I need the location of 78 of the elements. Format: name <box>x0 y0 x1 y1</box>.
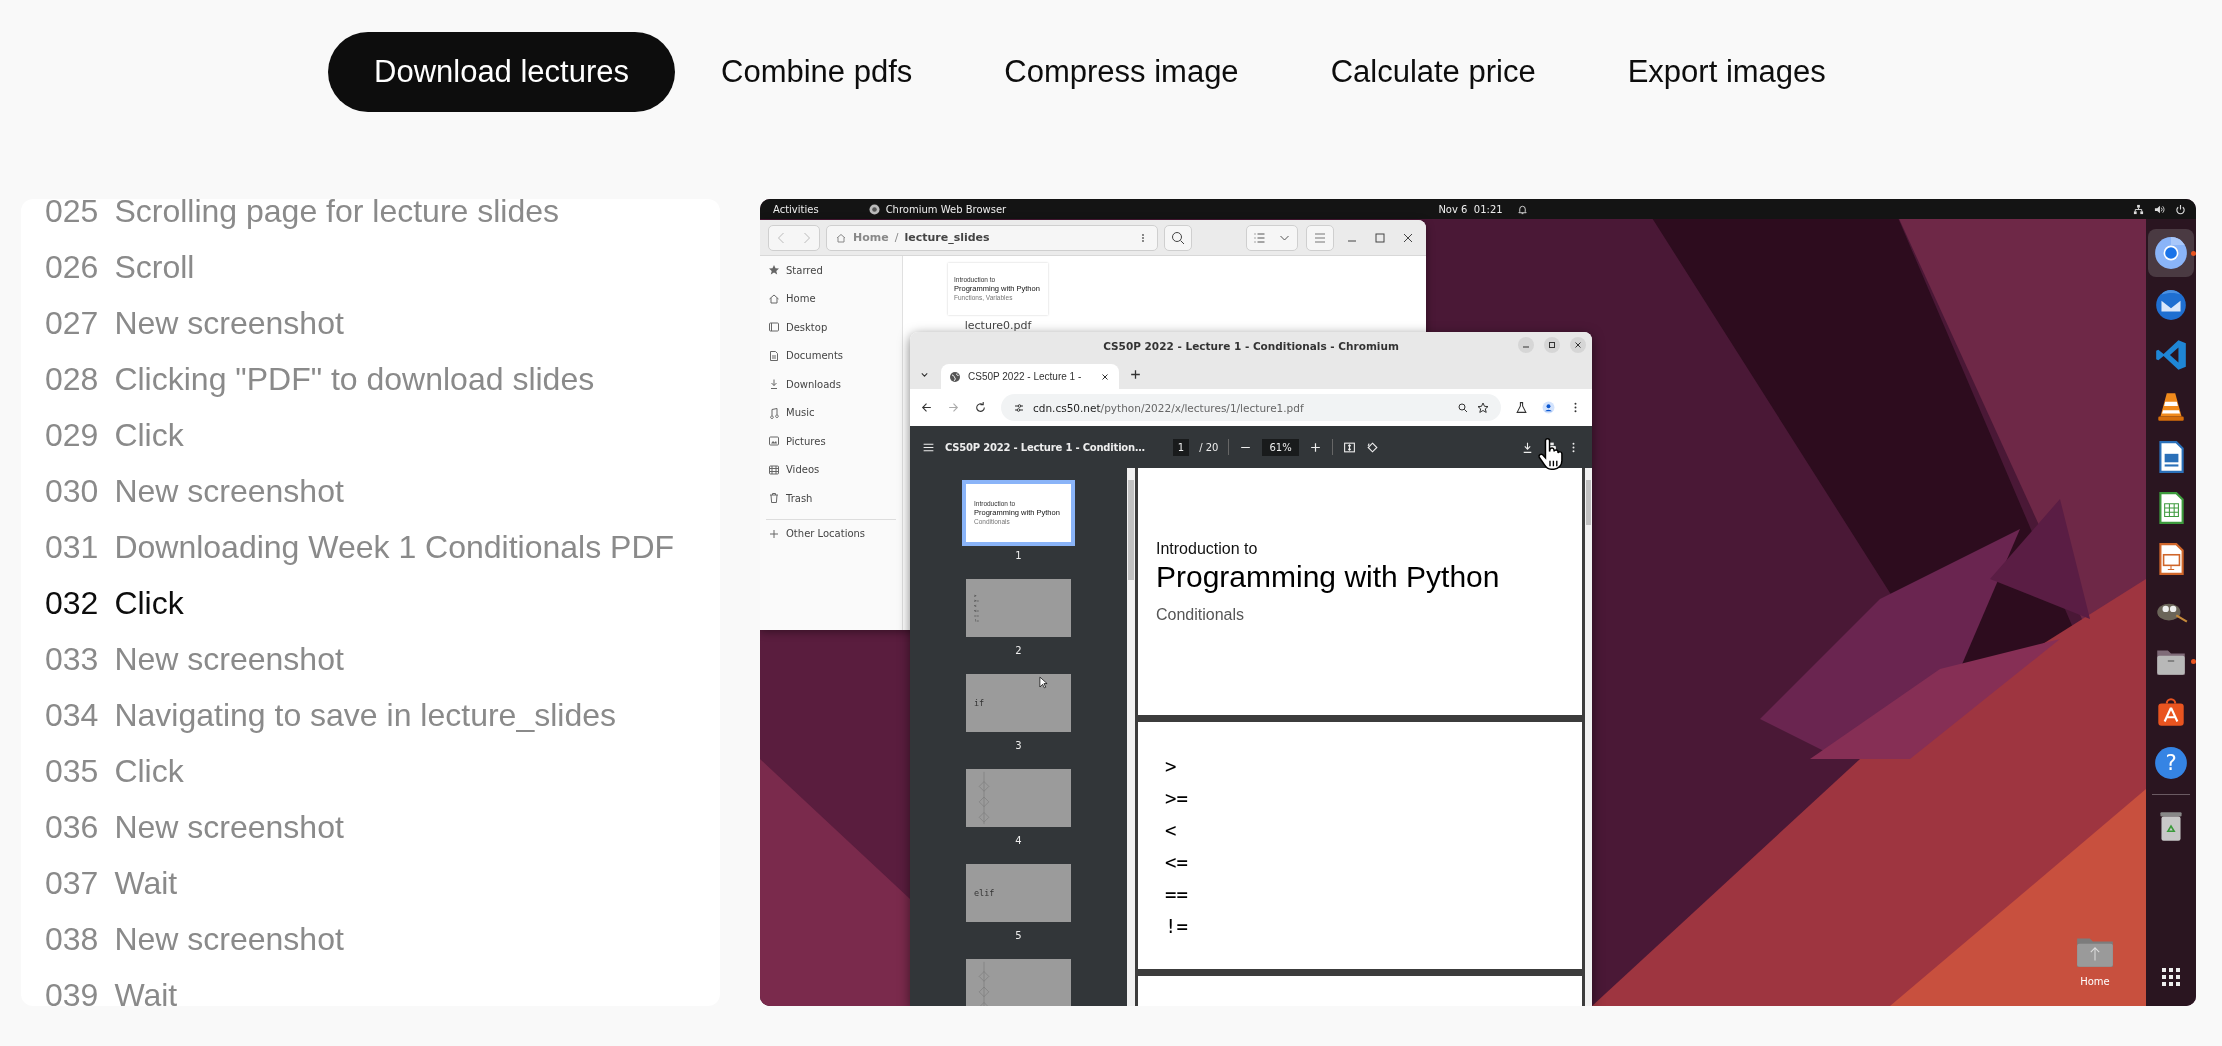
window-title: CS50P 2022 - Lecture 1 - Conditionals - Chromium <box>1103 340 1399 352</box>
tab[interactable]: Combine pdfs <box>675 32 959 112</box>
volume-icon[interactable] <box>2154 203 2165 215</box>
page-number-field[interactable]: 1 <box>1172 438 1190 456</box>
page-number: 5 <box>1015 930 1022 941</box>
page-number: 2 <box>1015 645 1022 656</box>
rotate-button[interactable] <box>1365 440 1379 454</box>
tab[interactable]: Calculate price <box>1284 32 1582 112</box>
sidebar-item[interactable]: Starred <box>760 256 902 285</box>
tab[interactable]: Compress image <box>958 32 1285 112</box>
help-icon[interactable]: ? <box>2153 745 2189 781</box>
path-bar[interactable]: Home / lecture_slides <box>826 224 1158 251</box>
star-icon[interactable] <box>1477 401 1489 414</box>
image-icon <box>768 435 780 448</box>
pdf-page: Introduction to Programming with Python Conditionals <box>1138 468 1582 715</box>
sidebar-item[interactable]: Downloads <box>760 370 902 399</box>
document-title: CS50P 2022 - Lecture 1 - Condition… <box>945 441 1145 453</box>
search-button[interactable] <box>1164 224 1192 251</box>
sidebar-item[interactable]: Desktop <box>760 313 902 342</box>
icon-label[interactable]: Home <box>2080 976 2110 987</box>
film-icon <box>768 463 780 476</box>
pointer-cursor-icon <box>1039 676 1048 689</box>
new-tab-button[interactable] <box>1129 368 1142 381</box>
tab[interactable]: Download lectures <box>328 32 676 112</box>
browser-tab[interactable]: CS50P 2022 - Lecture 1 - <box>941 364 1119 389</box>
sidebar-item[interactable]: Pictures <box>760 427 902 456</box>
page-thumbnail[interactable]: if <box>966 674 1071 732</box>
plus-icon <box>768 527 780 540</box>
sidebar-item[interactable]: Documents <box>760 341 902 370</box>
profile-icon[interactable] <box>1542 401 1555 414</box>
clock[interactable]: Nov 6 01:21 <box>1438 203 1503 215</box>
back-button[interactable] <box>920 401 933 414</box>
network-icon[interactable] <box>2133 203 2144 215</box>
address-bar[interactable]: cdn.cs50.net/python/2022/x/lectures/1/lecture1.pdf <box>1001 394 1501 421</box>
sidebar-item[interactable]: Videos <box>760 455 902 484</box>
file-name[interactable]: lecture0.pdf <box>964 319 1032 332</box>
bell-icon <box>1516 203 1528 215</box>
minimize-button[interactable] <box>1518 337 1534 353</box>
browser-icon[interactable] <box>2153 235 2189 271</box>
music-note-icon <box>768 406 780 419</box>
fit-page-button[interactable] <box>1342 440 1356 454</box>
power-icon[interactable] <box>2175 203 2186 215</box>
document-icon <box>768 349 780 362</box>
browser-icon <box>868 203 880 215</box>
search-icon[interactable] <box>1457 401 1469 414</box>
sidebar-item[interactable]: Music <box>760 398 902 427</box>
page-number: 3 <box>1015 740 1022 751</box>
download-button[interactable] <box>1521 440 1534 454</box>
close-button[interactable] <box>1570 337 1586 353</box>
page-count: / 20 <box>1199 441 1219 453</box>
sidebar-item[interactable]: Trash <box>760 484 902 513</box>
app-name: Chromium Web Browser <box>885 203 1007 215</box>
trash-icon <box>768 492 780 505</box>
sidebar-item[interactable]: Other Locations <box>760 519 902 548</box>
page-number: 4 <box>1015 835 1022 846</box>
zoom-field[interactable]: 61% <box>1262 438 1299 456</box>
page-thumbnail[interactable]: elif <box>966 864 1071 922</box>
sidebar-item[interactable]: Home <box>760 284 902 313</box>
zoom-in-button[interactable] <box>1308 440 1322 454</box>
page-thumbnail[interactable] <box>966 769 1071 827</box>
tab[interactable]: Export images <box>1581 32 1872 112</box>
hand-cursor-icon <box>1536 438 1564 472</box>
pdf-page: > >= < <= == != <box>1138 722 1582 969</box>
flask-icon[interactable] <box>1515 401 1528 414</box>
monitor-icon <box>768 321 780 334</box>
page-number: 1 <box>1015 550 1022 561</box>
code-editor-icon[interactable] <box>2153 337 2189 373</box>
site-settings-icon[interactable] <box>1013 401 1025 414</box>
page-thumbnail[interactable] <box>966 959 1071 1006</box>
step-item[interactable]: 032 Click <box>21 575 720 631</box>
home-icon <box>835 231 847 244</box>
download-icon <box>768 378 780 391</box>
maximize-button[interactable] <box>1544 337 1560 353</box>
activities-button[interactable]: Activities <box>773 203 819 215</box>
globe-icon <box>949 370 961 383</box>
reload-button[interactable] <box>974 401 987 414</box>
star-icon <box>768 264 780 277</box>
home-icon <box>768 292 780 305</box>
